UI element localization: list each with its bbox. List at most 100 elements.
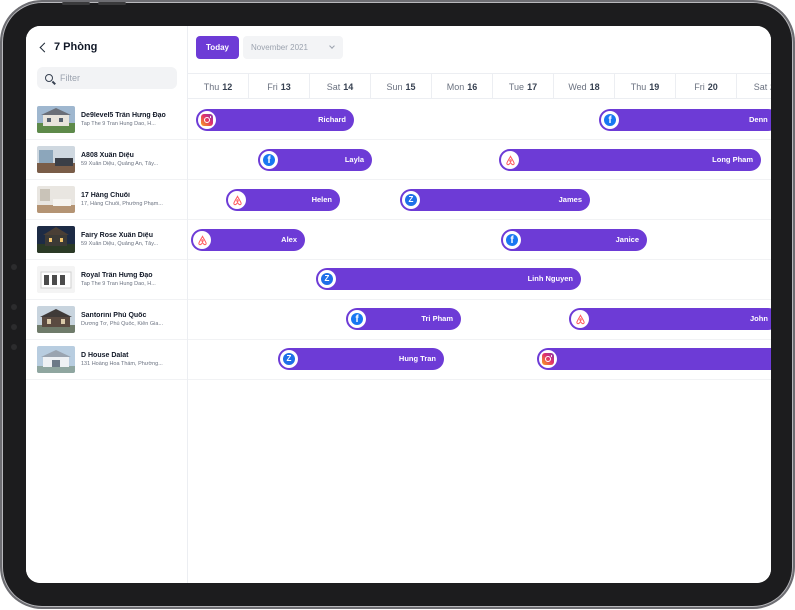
row-divider: [188, 339, 771, 340]
airbnb-icon: [231, 194, 243, 206]
day-of-week: Mon: [446, 81, 465, 92]
booking-bar[interactable]: f Denn: [599, 109, 771, 131]
instagram-icon: [542, 353, 554, 365]
room-item[interactable]: Santorini Phú Quốc Dương Tơ, Phú Quốc, K…: [26, 300, 187, 340]
room-address: Tap The 9 Tran Hung Dao, H...: [81, 121, 156, 127]
booking-bar[interactable]: f Janice: [501, 229, 647, 251]
booking-bar[interactable]: Long Pham: [499, 149, 761, 171]
airbnb-icon: [504, 154, 516, 166]
day-number: 13: [280, 81, 291, 92]
guest-name: Linh Nguyen: [527, 274, 573, 283]
day-column-header: Wed 18: [554, 74, 615, 99]
row-divider: [188, 139, 771, 140]
facebook-icon: f: [506, 234, 518, 246]
today-button[interactable]: Today: [196, 36, 239, 59]
facebook-icon: f: [263, 154, 275, 166]
day-number: 15: [405, 81, 416, 92]
room-name: Royal Trần Hưng Đạo: [81, 272, 153, 279]
day-of-week: Sat: [326, 81, 341, 92]
app-screen: 7 Phòng De9level5 Trần Hưng Đạo Tap The …: [26, 26, 771, 583]
booking-bar[interactable]: f Tri Pham: [346, 308, 461, 330]
booking-bar[interactable]: Z Linh Nguyen: [316, 268, 581, 290]
room-name: Fairy Rose Xuân Diệu: [81, 232, 153, 239]
room-item[interactable]: Royal Trần Hưng Đạo Tap The 9 Tran Hung …: [26, 260, 187, 300]
room-item[interactable]: 17 Hàng Chuối 17, Hàng Chuối, Phường Phạ…: [26, 180, 187, 220]
facebook-icon: f: [351, 313, 363, 325]
day-number: 14: [343, 81, 354, 92]
day-number: 12: [222, 81, 233, 92]
filter-input[interactable]: [60, 73, 160, 83]
room-address: 17, Hàng Chuối, Phường Phạm...: [81, 201, 163, 207]
booking-bar[interactable]: Z Hung Tran: [278, 348, 444, 370]
room-name: A808 Xuân Diệu: [81, 152, 134, 159]
instagram-icon: [201, 114, 213, 126]
room-name: 17 Hàng Chuối: [81, 192, 131, 199]
guest-name: Helen: [311, 195, 332, 204]
room-item[interactable]: Fairy Rose Xuân Diệu 59 Xuân Diệu, Quảng…: [26, 220, 187, 260]
day-of-week: Sat: [753, 81, 768, 92]
row-divider: [188, 299, 771, 300]
day-column-header: Sat21: [737, 74, 771, 99]
room-item[interactable]: A808 Xuân Diệu 59 Xuân Diệu, Quảng An, T…: [26, 140, 187, 180]
device-button: [98, 2, 126, 5]
day-of-week: Sun: [386, 81, 403, 92]
device-sensor: [11, 304, 17, 310]
device-sensor: [11, 264, 17, 270]
room-name: D House Dalat: [81, 352, 129, 359]
day-column-header: Sat 14: [310, 74, 371, 99]
day-of-week: Fri: [694, 81, 705, 92]
day-of-week: Thu: [630, 81, 647, 92]
day-of-week: Tue: [508, 81, 525, 92]
filter-box[interactable]: [37, 67, 177, 89]
device-sensor: [11, 324, 17, 330]
day-number: 16: [467, 81, 478, 92]
guest-name: Janice: [615, 235, 639, 244]
room-name: Santorini Phú Quốc: [81, 312, 147, 319]
room-photo: [37, 186, 75, 213]
row-divider: [188, 219, 771, 220]
device-sensor: [11, 344, 17, 350]
day-number: 19: [649, 81, 660, 92]
booking-bar[interactable]: Helen: [226, 189, 340, 211]
room-photo: [37, 146, 75, 173]
guest-name: James: [558, 195, 582, 204]
booking-bar[interactable]: Alex: [191, 229, 305, 251]
room-item[interactable]: De9level5 Trần Hưng Đạo Tap The 9 Tran H…: [26, 100, 187, 140]
room-address: 59 Xuân Diệu, Quảng An, Tây...: [81, 241, 159, 247]
rooms-sidebar: 7 Phòng De9level5 Trần Hưng Đạo Tap The …: [26, 26, 188, 583]
day-of-week: Wed: [568, 81, 587, 92]
guest-name: Richard: [318, 115, 346, 124]
guest-name: Alex: [281, 235, 297, 244]
month-label: November 2021: [251, 43, 308, 52]
chevron-left-icon: [39, 42, 50, 52]
back-button[interactable]: 7 Phòng: [39, 39, 97, 55]
search-icon: [45, 74, 53, 82]
booking-bar[interactable]: Z James: [400, 189, 590, 211]
row-divider: [188, 259, 771, 260]
airbnb-icon: [196, 234, 208, 246]
room-address: 131 Hoàng Hoa Thám, Phường...: [81, 361, 163, 367]
room-item[interactable]: D House Dalat 131 Hoàng Hoa Thám, Phường…: [26, 340, 187, 380]
guest-name: Layla: [344, 155, 364, 164]
day-column-header: Tue 17: [493, 74, 554, 99]
day-number: 18: [589, 81, 600, 92]
month-select[interactable]: November 2021: [243, 36, 343, 59]
booking-bar[interactable]: f Layla: [258, 149, 372, 171]
booking-bar[interactable]: John: [569, 308, 771, 330]
row-divider: [188, 179, 771, 180]
day-of-week: Thu: [203, 81, 220, 92]
day-number: 17: [527, 81, 538, 92]
room-photo: [37, 106, 75, 133]
device-button: [62, 2, 90, 5]
rooms-title: 7 Phòng: [54, 41, 98, 53]
room-photo: [37, 226, 75, 253]
guest-name: Denn: [749, 115, 768, 124]
day-header: Thu 12 Fri 13 Sat 14 Sun 15 Mon 16 Tue 17 Wed 1…: [188, 73, 771, 99]
booking-bar[interactable]: [537, 348, 771, 370]
room-name: De9level5 Trần Hưng Đạo: [81, 112, 166, 119]
day-of-week: Fri: [267, 81, 278, 92]
room-photo: [37, 346, 75, 373]
zalo-icon: Z: [283, 353, 295, 365]
day-number: 21: [770, 82, 771, 92]
booking-bar[interactable]: Richard: [196, 109, 354, 131]
